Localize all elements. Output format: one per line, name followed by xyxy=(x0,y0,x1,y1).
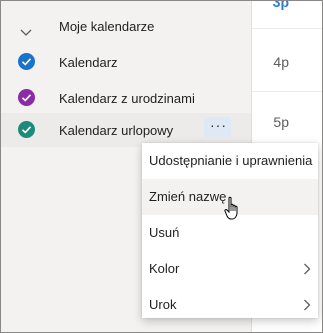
menu-item-sharing[interactable]: Udostępnianie i uprawnienia xyxy=(142,143,318,179)
context-menu: Udostępnianie i uprawnienia Zmień nazwę … xyxy=(142,143,318,318)
menu-item-label: Urok xyxy=(149,297,177,312)
menu-item-color[interactable]: Kolor xyxy=(142,251,318,287)
my-calendars-group-header[interactable]: Moje kalendarze xyxy=(1,11,251,41)
more-dots-icon: ··· xyxy=(210,117,227,133)
time-label: 4p xyxy=(273,54,289,70)
chevron-right-icon xyxy=(303,262,311,280)
checkmark-icon[interactable] xyxy=(18,89,35,106)
time-label-current: 3p xyxy=(272,0,289,10)
menu-item-label: Zmień nazwę xyxy=(149,189,227,204)
hour-gridline xyxy=(252,28,322,29)
chevron-right-icon xyxy=(303,298,311,316)
group-title: Moje kalendarze xyxy=(59,19,155,34)
hour-gridline xyxy=(252,91,322,92)
checkmark-icon[interactable] xyxy=(18,121,35,138)
hand-cursor-icon xyxy=(224,196,242,227)
calendar-label: Kalendarz urlopowy xyxy=(59,123,174,138)
menu-item-label: Kolor xyxy=(149,261,180,276)
more-options-button[interactable]: ··· xyxy=(204,117,231,137)
checkmark-icon[interactable] xyxy=(18,53,35,70)
calendar-item-kalendarz[interactable]: Kalendarz xyxy=(1,45,251,79)
chevron-down-icon[interactable] xyxy=(20,24,32,42)
calendar-label: Kalendarz z urodzinami xyxy=(59,91,195,106)
calendar-label: Kalendarz xyxy=(59,55,118,70)
menu-item-label: Usuń xyxy=(149,225,180,240)
time-label: 5p xyxy=(273,114,289,130)
menu-item-label: Udostępnianie i uprawnienia xyxy=(149,153,313,168)
menu-item-charm[interactable]: Urok xyxy=(142,287,318,323)
calendar-window: Moje kalendarze Kalendarz Kalendarz z ur… xyxy=(0,0,323,333)
calendar-item-birthdays[interactable]: Kalendarz z urodzinami xyxy=(1,81,251,115)
